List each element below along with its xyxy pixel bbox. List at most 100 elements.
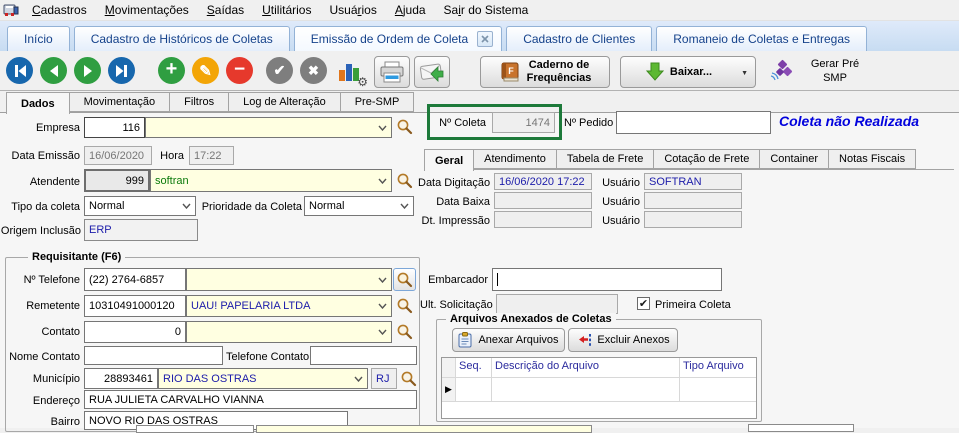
send-email-button[interactable] bbox=[414, 56, 450, 88]
print-button[interactable] bbox=[374, 56, 410, 88]
telefone-contato-input[interactable] bbox=[310, 346, 417, 365]
caderno-frequencias-button[interactable]: F Caderno de Frequências bbox=[480, 56, 610, 88]
remetente-search-icon[interactable] bbox=[396, 297, 413, 314]
atendente-search-icon[interactable] bbox=[396, 172, 413, 189]
geral-tab-strip: Geral Atendimento Tabela de Frete Cotaçã… bbox=[424, 149, 917, 171]
prioridade-combo[interactable]: Normal bbox=[304, 196, 414, 216]
chevron-down-icon[interactable] bbox=[354, 376, 363, 382]
municipio-code-input[interactable]: 28893461 bbox=[84, 368, 158, 389]
municipio-uf-field: RJ bbox=[371, 368, 397, 389]
chevron-down-icon[interactable] bbox=[378, 178, 387, 184]
toolbar: + ✎ − ✔ ✖ ⚙ F Caderno de Frequências Baix… bbox=[0, 51, 959, 91]
menu-movimentacoes[interactable]: Movimentações bbox=[96, 0, 198, 20]
primeira-coleta-checkbox[interactable]: ✔ bbox=[637, 297, 650, 310]
confirm-button[interactable]: ✔ bbox=[266, 57, 293, 84]
contato-combo[interactable] bbox=[186, 321, 392, 343]
menu-usuarios[interactable]: Usuários bbox=[320, 0, 385, 20]
tab-movimentacao[interactable]: Movimentação bbox=[69, 92, 171, 112]
telefone-input[interactable]: (22) 2764-6857 bbox=[84, 268, 186, 291]
form-tab-strip: Dados Movimentação Filtros Log de Altera… bbox=[6, 92, 415, 114]
edit-record-button[interactable]: ✎ bbox=[192, 57, 219, 84]
chevron-down-icon[interactable] bbox=[378, 125, 387, 131]
svg-text:F: F bbox=[508, 66, 514, 76]
download-arrow-icon bbox=[645, 62, 665, 82]
baixar-button[interactable]: Baixar... ▼ bbox=[620, 56, 756, 88]
partial-input bbox=[136, 425, 254, 433]
municipio-combo[interactable]: RIO DAS OSTRAS bbox=[158, 368, 368, 389]
tab-filtros[interactable]: Filtros bbox=[170, 92, 230, 112]
atendente-code-input[interactable]: 999 bbox=[84, 169, 150, 192]
tab-container[interactable]: Container bbox=[760, 149, 830, 169]
tab-romaneio-coletas-entregas[interactable]: Romaneio de Coletas e Entregas bbox=[656, 26, 868, 51]
municipio-search-icon[interactable] bbox=[400, 370, 417, 387]
tab-dados[interactable]: Dados bbox=[6, 92, 70, 114]
contato-code-input[interactable]: 0 bbox=[84, 321, 186, 343]
add-record-button[interactable]: + bbox=[158, 57, 185, 84]
menu-bar: Cadastros Movimentações Saídas Utilitári… bbox=[0, 0, 959, 21]
endereco-input[interactable]: RUA JULIETA CARVALHO VIANNA bbox=[84, 390, 417, 409]
tab-cadastro-clientes[interactable]: Cadastro de Clientes bbox=[506, 26, 653, 51]
nav-next-button[interactable] bbox=[74, 57, 101, 84]
dropdown-caret-icon[interactable]: ▼ bbox=[741, 70, 748, 77]
anexos-table-row[interactable]: ▶ bbox=[442, 378, 756, 402]
chevron-down-icon[interactable] bbox=[378, 329, 387, 336]
atendente-combo[interactable]: softran bbox=[150, 169, 392, 192]
tab-cotacao-frete[interactable]: Cotação de Frete bbox=[654, 149, 761, 169]
nav-last-button[interactable] bbox=[108, 57, 135, 84]
tab-log-alteracao[interactable]: Log de Alteração bbox=[229, 92, 341, 112]
chevron-down-icon[interactable] bbox=[182, 203, 191, 210]
document-tab-strip: Início Cadastro de Históricos de Coletas… bbox=[0, 21, 959, 51]
endereco-label: Endereço bbox=[32, 395, 80, 407]
chevron-down-icon[interactable] bbox=[378, 303, 387, 310]
remetente-combo[interactable]: UAU! PAPELARIA LTDA bbox=[186, 295, 392, 317]
tab-tabela-frete[interactable]: Tabela de Frete bbox=[556, 149, 655, 169]
dt-impressao-field bbox=[494, 211, 592, 228]
atendente-label: Atendente bbox=[29, 176, 80, 188]
nome-contato-label: Nome Contato bbox=[9, 351, 80, 363]
remetente-code-input[interactable]: 10310491000120 bbox=[84, 295, 186, 317]
tab-inicio[interactable]: Início bbox=[7, 26, 70, 51]
usuario-impressao-field bbox=[644, 211, 742, 228]
status-badge: Coleta não Realizada bbox=[779, 113, 920, 129]
tab-geral[interactable]: Geral bbox=[424, 149, 475, 171]
tipo-coleta-combo[interactable]: Normal bbox=[84, 196, 196, 216]
embarcador-input[interactable] bbox=[492, 268, 722, 291]
nav-first-button[interactable] bbox=[6, 57, 33, 84]
telefone-search-icon[interactable] bbox=[393, 268, 416, 291]
menu-sair-do-sistema[interactable]: Sair do Sistema bbox=[435, 0, 538, 20]
menu-saidas[interactable]: Saídas bbox=[198, 0, 253, 20]
cancel-button[interactable]: ✖ bbox=[300, 57, 327, 84]
pedido-input[interactable] bbox=[616, 111, 771, 134]
nav-previous-button[interactable] bbox=[40, 57, 67, 84]
delete-record-button[interactable]: − bbox=[226, 57, 253, 84]
empresa-search-icon[interactable] bbox=[396, 118, 413, 135]
anexar-arquivos-button[interactable]: Anexar Arquivos bbox=[452, 328, 565, 352]
telefone-combo[interactable] bbox=[186, 268, 392, 291]
tab-pre-smp[interactable]: Pre-SMP bbox=[340, 92, 415, 112]
anexos-table[interactable]: Seq. Descrição do Arquivo Tipo Arquivo ▶ bbox=[441, 357, 757, 419]
tab-cadastro-historicos-coletas[interactable]: Cadastro de Históricos de Coletas bbox=[73, 26, 290, 51]
report-chart-button[interactable]: ⚙ bbox=[338, 59, 368, 89]
col-descricao: Descrição do Arquivo bbox=[492, 358, 680, 377]
usuario-baixa-field bbox=[644, 192, 742, 209]
menu-ajuda[interactable]: Ajuda bbox=[386, 0, 435, 20]
empresa-code-input[interactable]: 116 bbox=[84, 117, 145, 138]
gerar-pre-smp-button[interactable]: Gerar Pré SMP bbox=[798, 57, 872, 85]
origem-inclusao-field: ERP bbox=[84, 219, 198, 241]
excluir-anexos-button[interactable]: Excluir Anexos bbox=[568, 328, 678, 352]
menu-cadastros[interactable]: Cadastros bbox=[23, 0, 96, 20]
chevron-down-icon[interactable] bbox=[400, 203, 409, 210]
chevron-down-icon[interactable] bbox=[378, 277, 387, 283]
tab-close-icon[interactable] bbox=[477, 31, 494, 47]
tab-notas-fiscais[interactable]: Notas Fiscais bbox=[829, 149, 917, 169]
pedido-label: Nº Pedido bbox=[564, 117, 614, 129]
hora-label: Hora bbox=[160, 150, 184, 162]
menu-utilitarios[interactable]: Utilitários bbox=[253, 0, 320, 20]
contato-search-icon[interactable] bbox=[396, 323, 413, 340]
nome-contato-input[interactable] bbox=[84, 346, 223, 365]
empresa-combo[interactable] bbox=[145, 117, 392, 138]
tab-atendimento[interactable]: Atendimento bbox=[474, 149, 557, 169]
satellite-icon bbox=[770, 59, 794, 86]
prioridade-label: Prioridade da Coleta bbox=[201, 201, 302, 213]
tab-emissao-ordem-coleta[interactable]: Emissão de Ordem de Coleta bbox=[293, 26, 503, 51]
